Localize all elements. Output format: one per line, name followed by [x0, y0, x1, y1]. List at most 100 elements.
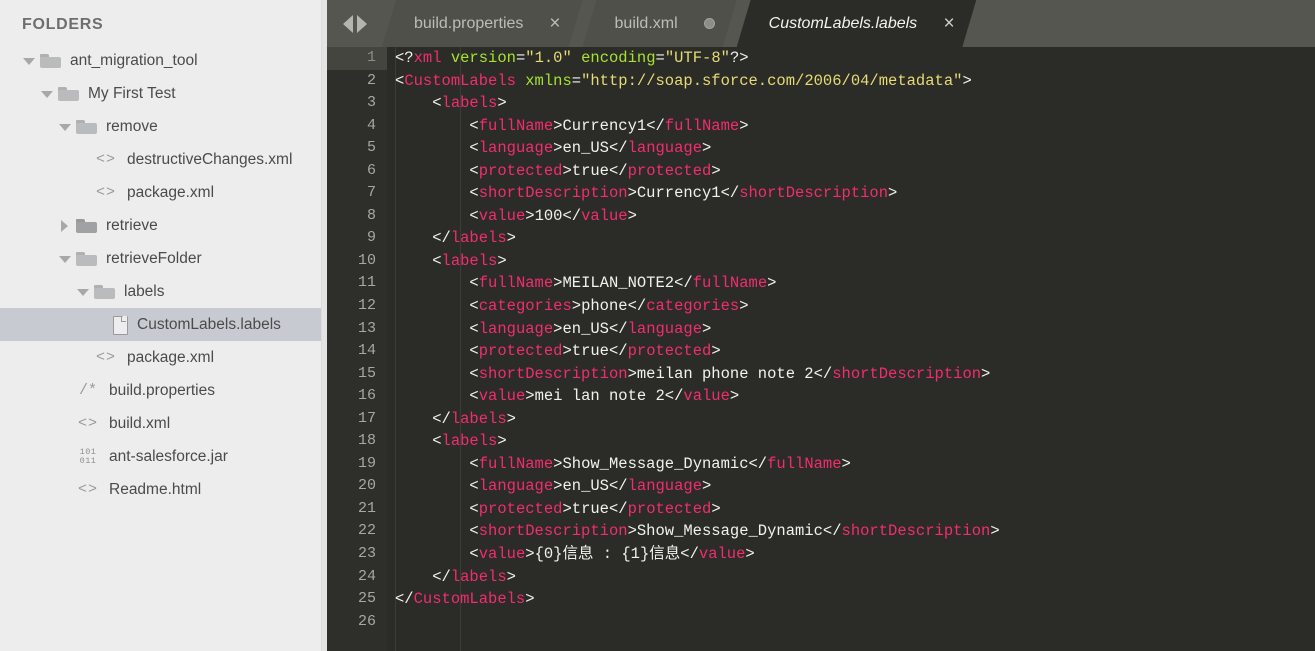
tab-prev-arrow-icon[interactable] [342, 14, 353, 33]
code-token: categories [478, 297, 572, 316]
editor-area: build.properties × build.xml CustomLabels.l… [327, 0, 1315, 651]
code-token: </ [608, 477, 628, 496]
tree-item-retrievefolder[interactable]: retrieveFolder [0, 242, 327, 275]
code-token: < [469, 161, 479, 180]
code-token: "1.0" [525, 49, 572, 67]
code-token: > [627, 206, 637, 225]
tree-item-ant-migration-tool[interactable]: ant_migration_tool [0, 44, 327, 77]
tree-item-my-first-test[interactable]: My First Test [0, 77, 327, 110]
code-token: {0}信息 : {1}信息 [534, 545, 681, 564]
code-token: CustomLabels [413, 590, 526, 609]
code-token: </ [674, 274, 693, 293]
code-token: > [627, 522, 637, 541]
tree-item-readme-html[interactable]: <> Readme.html [0, 473, 327, 506]
tree-item-package-xml[interactable]: <> package.xml [0, 341, 327, 374]
code-token: labels [450, 229, 507, 248]
code-content[interactable]: <?xml version="1.0" encoding="UTF-8"?> <C… [387, 47, 1315, 651]
code-token: < [469, 387, 479, 406]
chevron-down-icon[interactable] [58, 252, 72, 266]
file-icon [112, 315, 128, 335]
line-number: 24 [357, 567, 376, 585]
code-token: > [497, 432, 507, 451]
tree-item-build-properties[interactable]: /* build.properties [0, 374, 327, 407]
tree-item-package-xml[interactable]: <> package.xml [0, 176, 327, 209]
tree-item-label: package.xml [127, 348, 215, 366]
code-token: Show_Message_Dynamic [636, 522, 823, 541]
line-number: 10 [357, 251, 376, 269]
code-line: <labels> [395, 430, 1315, 453]
tab-close-icon[interactable]: × [549, 14, 560, 33]
tree-item-destructivechanges-xml[interactable]: <> destructiveChanges.xml [0, 143, 327, 176]
tab-close-icon[interactable]: × [943, 14, 954, 33]
tree-item-ant-salesforce-jar[interactable]: 101 011 ant-salesforce.jar [0, 440, 327, 473]
tree-item-customlabels-labels[interactable]: CustomLabels.labels [0, 308, 327, 341]
tree-item-build-xml[interactable]: <> build.xml [0, 407, 327, 440]
code-line: <value>100</value> [395, 205, 1315, 228]
code-token: Show_Message_Dynamic [562, 454, 749, 473]
code-token: categories [646, 297, 740, 316]
chevron-right-icon[interactable] [58, 219, 72, 233]
line-number: 9 [366, 229, 376, 247]
folder-open-icon [40, 53, 61, 69]
line-number: 14 [357, 342, 376, 360]
line-number: 21 [357, 499, 376, 517]
code-token: shortDescription [841, 522, 991, 541]
app-root: FOLDERS ant_migration_tool My First Test r… [0, 0, 1315, 651]
code-line: <value>{0}信息 : {1}信息</value> [395, 543, 1315, 566]
line-number: 18 [357, 432, 376, 450]
tree-item-label: destructiveChanges.xml [127, 150, 293, 168]
code-line: <protected>true</protected> [395, 160, 1315, 183]
code-token: > [888, 184, 898, 203]
code-token: Currency1 [562, 116, 647, 135]
code-token: < [469, 545, 479, 564]
code-token: > [562, 342, 572, 361]
code-token: labels [441, 432, 498, 451]
tab-label: CustomLabels.labels [768, 14, 918, 32]
code-token: > [739, 116, 749, 135]
code-token: 100 [534, 206, 563, 225]
chevron-down-icon[interactable] [22, 54, 36, 68]
code-token: < [469, 454, 479, 473]
code-token: language [478, 139, 554, 158]
code-line: <shortDescription>Currency1</shortDescri… [395, 182, 1315, 205]
code-token: xml [413, 49, 442, 67]
line-number: 23 [357, 545, 376, 563]
chevron-down-icon[interactable] [40, 87, 54, 101]
line-number: 4 [366, 116, 376, 134]
code-token: > [981, 364, 991, 383]
code-token: language [627, 319, 703, 338]
tree-item-retrieve[interactable]: retrieve [0, 209, 327, 242]
code-lines: <?xml version="1.0" encoding="UTF-8"?> <C… [395, 47, 1315, 633]
tree-item-label: build.properties [109, 381, 215, 399]
line-number: 22 [357, 522, 376, 540]
tab-next-arrow-icon[interactable] [356, 14, 367, 33]
tree-item-remove[interactable]: remove [0, 110, 327, 143]
tab-build-properties[interactable]: build.properties × [382, 0, 583, 47]
line-number: 17 [357, 409, 376, 427]
code-line: </labels> [395, 566, 1315, 589]
code-line: <labels> [395, 250, 1315, 273]
code-pane[interactable]: 1 2 3 4 5 6 7 8 9 10 11 12 13 14 15 16 17 18 19 20 21 22 23 24 2… [327, 47, 1315, 651]
chevron-down-icon[interactable] [76, 285, 90, 299]
tab-build-xml[interactable]: build.xml [583, 0, 737, 47]
code-token: en_US [562, 477, 609, 496]
tab-unsaved-dot-icon[interactable] [703, 18, 715, 29]
code-token: > [702, 139, 712, 158]
tab-customlabels-labels[interactable]: CustomLabels.labels × [737, 0, 977, 47]
code-token: fullName [478, 274, 554, 293]
code-token: value [478, 545, 526, 564]
code-token: < [432, 432, 442, 451]
code-line: <CustomLabels xmlns="http://soap.sforce.… [395, 70, 1315, 93]
tree-item-labels[interactable]: labels [0, 275, 327, 308]
chevron-down-icon[interactable] [58, 120, 72, 134]
code-token: phone [581, 297, 628, 316]
line-number: 8 [366, 206, 376, 224]
code-token: fullName [478, 116, 554, 135]
code-token: language [478, 319, 554, 338]
